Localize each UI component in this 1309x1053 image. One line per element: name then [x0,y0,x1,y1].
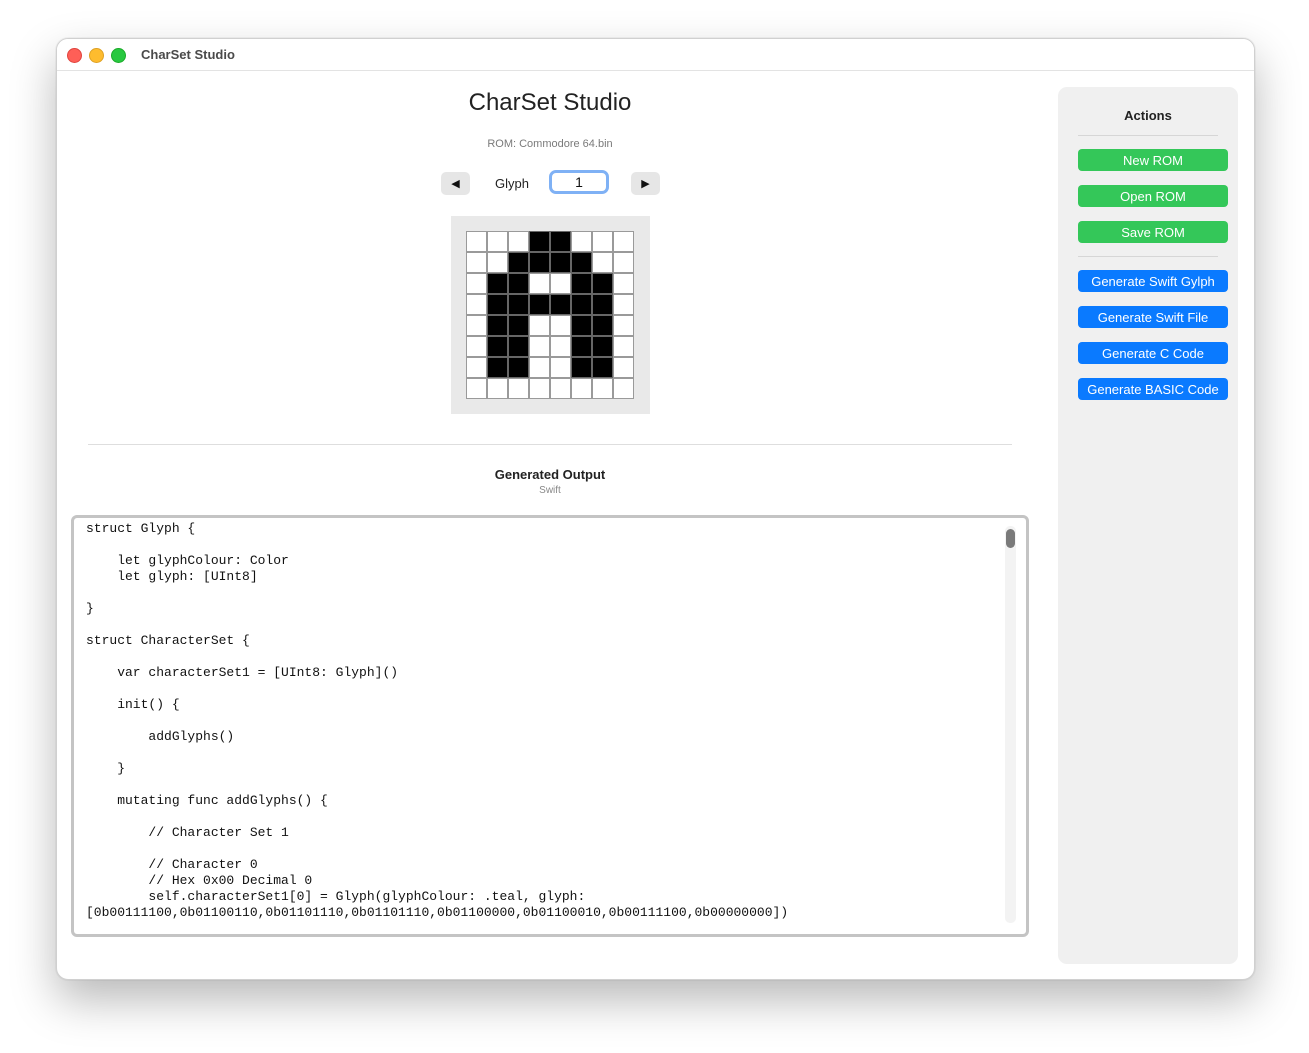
glyph-pixel-cell[interactable] [613,252,634,273]
glyph-pixel-cell[interactable] [487,231,508,252]
glyph-pixel-cell[interactable] [613,357,634,378]
glyph-pixel-cell[interactable] [613,294,634,315]
generated-code-textarea[interactable]: struct Glyph { let glyphColour: Color le… [71,515,1029,937]
glyph-pixel-cell[interactable] [550,336,571,357]
glyph-pixel-cell[interactable] [592,231,613,252]
glyph-pixel-cell[interactable] [487,315,508,336]
glyph-pixel-cell[interactable] [466,357,487,378]
glyph-pixel-cell[interactable] [571,336,592,357]
glyph-pixel-cell[interactable] [529,231,550,252]
glyph-pixel-cell[interactable] [613,315,634,336]
glyph-pixel-cell[interactable] [529,357,550,378]
glyph-pixel-cell[interactable] [508,378,529,399]
actions-title: Actions [1124,108,1172,123]
generate-c-code-button[interactable]: Generate C Code [1078,342,1228,364]
glyph-pixel-cell[interactable] [550,378,571,399]
glyph-pixel-cell[interactable] [508,315,529,336]
generate-swift-glyph-button[interactable]: Generate Swift Gylph [1078,270,1228,292]
left-arrow-icon: ◀ [451,178,460,190]
glyph-pixel-cell[interactable] [592,252,613,273]
close-window-button[interactable] [67,48,82,63]
title-bar: CharSet Studio [57,39,1254,71]
save-rom-button[interactable]: Save ROM [1078,221,1228,243]
generate-basic-code-button[interactable]: Generate BASIC Code [1078,378,1228,400]
sidebar-divider [1078,256,1218,257]
glyph-pixel-cell[interactable] [508,231,529,252]
glyph-pixel-cell[interactable] [550,231,571,252]
glyph-pixel-cell[interactable] [529,336,550,357]
glyph-number-field[interactable] [549,170,609,194]
glyph-pixel-cell[interactable] [592,273,613,294]
previous-glyph-button[interactable]: ◀ [441,172,470,195]
glyph-pixel-cell[interactable] [571,231,592,252]
minimize-window-button[interactable] [89,48,104,63]
glyph-pixel-cell[interactable] [487,378,508,399]
glyph-pixel-cell[interactable] [487,357,508,378]
glyph-pixel-cell[interactable] [487,252,508,273]
glyph-pixel-cell[interactable] [550,252,571,273]
glyph-pixel-cell[interactable] [613,336,634,357]
glyph-pixel-cell[interactable] [550,315,571,336]
glyph-pixel-cell[interactable] [466,294,487,315]
glyph-pixel-cell[interactable] [592,315,613,336]
glyph-pixel-cell[interactable] [613,378,634,399]
glyph-pixel-cell[interactable] [550,273,571,294]
glyph-pixel-cell[interactable] [487,273,508,294]
glyph-pixel-cell[interactable] [487,294,508,315]
right-arrow-icon: ▶ [641,178,650,190]
glyph-pixel-cell[interactable] [613,273,634,294]
glyph-pixel-cell[interactable] [613,231,634,252]
glyph-pixel-cell[interactable] [529,315,550,336]
new-rom-button[interactable]: New ROM [1078,149,1228,171]
glyph-pixel-cell[interactable] [592,336,613,357]
glyph-pixel-cell[interactable] [529,252,550,273]
glyph-pixel-cell[interactable] [550,294,571,315]
actions-sidebar: Actions New ROM Open ROM Save ROM Genera… [1058,87,1238,964]
glyph-pixel-cell[interactable] [571,378,592,399]
app-window: CharSet Studio CharSet Studio ROM: Commo… [56,38,1255,980]
glyph-pixel-cell[interactable] [529,378,550,399]
glyph-pixel-cell[interactable] [466,231,487,252]
code-scrollbar[interactable] [1005,526,1016,923]
glyph-pixel-cell[interactable] [529,294,550,315]
window-title: CharSet Studio [141,47,235,62]
glyph-pixel-cell[interactable] [466,273,487,294]
output-language-label: Swift [539,485,561,496]
glyph-pixel-grid [466,231,634,399]
open-rom-button[interactable]: Open ROM [1078,185,1228,207]
glyph-pixel-cell[interactable] [466,315,487,336]
glyph-pixel-cell[interactable] [571,315,592,336]
glyph-pixel-cell[interactable] [571,252,592,273]
zoom-window-button[interactable] [111,48,126,63]
glyph-pixel-cell[interactable] [571,357,592,378]
glyph-pixel-cell[interactable] [466,378,487,399]
generated-code-text: struct Glyph { let glyphColour: Color le… [86,521,789,920]
glyph-editor-panel [451,216,650,414]
glyph-pixel-cell[interactable] [592,357,613,378]
output-title: Generated Output [494,467,606,482]
generate-swift-file-button[interactable]: Generate Swift File [1078,306,1228,328]
glyph-pixel-cell[interactable] [508,294,529,315]
glyph-label: Glyph [495,176,529,191]
glyph-pixel-cell[interactable] [592,294,613,315]
glyph-pixel-cell[interactable] [508,357,529,378]
glyph-pixel-cell[interactable] [550,357,571,378]
page-title: CharSet Studio [468,89,632,116]
next-glyph-button[interactable]: ▶ [631,172,660,195]
sidebar-divider [1078,135,1218,136]
glyph-pixel-cell[interactable] [508,273,529,294]
rom-name-label: ROM: Commodore 64.bin [487,138,613,150]
glyph-pixel-cell[interactable] [508,336,529,357]
glyph-pixel-cell[interactable] [571,273,592,294]
glyph-pixel-cell[interactable] [487,336,508,357]
glyph-pixel-cell[interactable] [466,336,487,357]
glyph-pixel-cell[interactable] [529,273,550,294]
code-scrollbar-thumb[interactable] [1006,529,1015,548]
glyph-pixel-cell[interactable] [592,378,613,399]
section-divider [88,444,1012,445]
glyph-pixel-cell[interactable] [508,252,529,273]
glyph-pixel-cell[interactable] [571,294,592,315]
glyph-pixel-cell[interactable] [466,252,487,273]
